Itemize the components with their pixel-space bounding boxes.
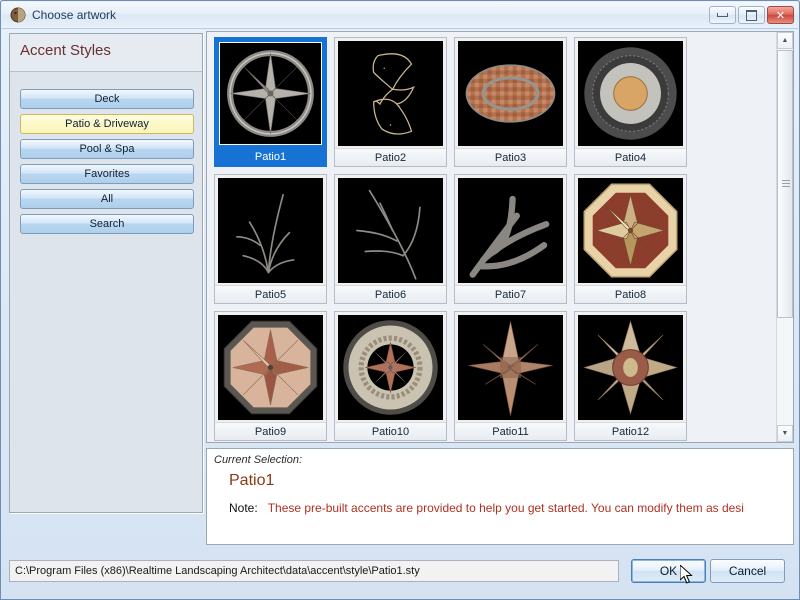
- thin-branch-curve-icon: [338, 178, 443, 283]
- outline-ribbon-icon: [338, 41, 443, 146]
- compass-star-ring-icon: [219, 42, 322, 145]
- minimize-icon: [710, 7, 735, 23]
- scrollbar-thumb[interactable]: [777, 50, 793, 318]
- octagon-six-star-icon: [578, 178, 683, 283]
- artwork-grid-panel: Patio1 Patio2 Patio3 Patio4 Patio5 Patio…: [206, 31, 794, 443]
- scroll-down-button[interactable]: ▼: [777, 425, 793, 442]
- artwork-grid: Patio1 Patio2 Patio3 Patio4 Patio5 Patio…: [207, 32, 776, 442]
- thumbnail-label: Patio3: [455, 148, 566, 166]
- concentric-circles-icon: [578, 41, 683, 146]
- artwork-thumbnail-patio7[interactable]: Patio7: [454, 174, 567, 304]
- sidebar-item-patio-driveway[interactable]: Patio & Driveway: [20, 114, 194, 134]
- selection-note: Note: These pre-built accents are provide…: [229, 501, 793, 515]
- brick-oval-icon: [458, 41, 563, 146]
- gravel-compass-medallion-icon: [338, 315, 443, 420]
- thumbnail-label: Patio5: [215, 285, 326, 303]
- maximize-icon: [739, 7, 764, 23]
- artwork-thumbnail-patio12[interactable]: Patio12: [574, 311, 687, 441]
- thumbnail-label: Patio8: [575, 285, 686, 303]
- artwork-thumbnail-patio4[interactable]: Patio4: [574, 37, 687, 167]
- minimize-button[interactable]: [709, 6, 736, 24]
- current-selection-panel: Current Selection: Patio1 Note: These pre…: [206, 448, 794, 545]
- title-bar[interactable]: Choose artwork ✕: [2, 2, 798, 29]
- sidebar-item-deck[interactable]: Deck: [20, 89, 194, 109]
- close-button[interactable]: ✕: [767, 6, 794, 24]
- eight-point-sunburst-icon: [578, 315, 683, 420]
- sidebar-item-all[interactable]: All: [20, 189, 194, 209]
- close-icon: ✕: [775, 8, 786, 22]
- scrollbar-grip-icon: [782, 180, 790, 188]
- ok-button[interactable]: OK: [631, 559, 706, 583]
- thumbnail-label: Patio7: [455, 285, 566, 303]
- thin-branch-spray-icon: [218, 178, 323, 283]
- sidebar-item-search[interactable]: Search: [20, 214, 194, 234]
- four-point-star-icon: [458, 315, 563, 420]
- thumbnail-label: Patio11: [455, 422, 566, 440]
- window-title: Choose artwork: [32, 8, 117, 22]
- sidebar-header: Accent Styles: [10, 34, 202, 72]
- artwork-thumbnail-patio11[interactable]: Patio11: [454, 311, 567, 441]
- chevron-down-icon: ▼: [781, 430, 789, 437]
- cancel-button[interactable]: Cancel: [710, 559, 785, 583]
- scroll-up-button[interactable]: ▲: [777, 32, 793, 49]
- sidebar-item-pool-spa[interactable]: Pool & Spa: [20, 139, 194, 159]
- current-selection-value: Patio1: [229, 472, 275, 489]
- thumbnail-label: Patio10: [335, 422, 446, 440]
- thick-branch-fan-icon: [458, 178, 563, 283]
- artwork-thumbnail-patio3[interactable]: Patio3: [454, 37, 567, 167]
- artwork-thumbnail-patio1[interactable]: Patio1: [214, 37, 327, 167]
- sidebar-item-favorites[interactable]: Favorites: [20, 164, 194, 184]
- thumbnail-label: Patio12: [575, 422, 686, 440]
- grid-vertical-scrollbar[interactable]: ▲ ▼: [776, 32, 793, 442]
- current-selection-label: Current Selection:: [214, 454, 303, 466]
- artwork-thumbnail-patio8[interactable]: Patio8: [574, 174, 687, 304]
- sidebar-title: Accent Styles: [20, 42, 111, 59]
- note-body: These pre-built accents are provided to …: [267, 501, 744, 515]
- choose-artwork-dialog: Choose artwork ✕ Accent Styles Deck Pati…: [0, 0, 800, 600]
- thumbnail-label: Patio9: [215, 422, 326, 440]
- thumbnail-label: Patio2: [335, 148, 446, 166]
- thumbnail-label: Patio1: [254, 151, 287, 163]
- artwork-thumbnail-patio2[interactable]: Patio2: [334, 37, 447, 167]
- maximize-button[interactable]: [738, 6, 765, 24]
- note-prefix: Note:: [229, 501, 258, 515]
- artwork-thumbnail-patio5[interactable]: Patio5: [214, 174, 327, 304]
- chevron-up-icon: ▲: [781, 37, 789, 44]
- file-path-field[interactable]: C:\Program Files (x86)\Realtime Landscap…: [9, 560, 619, 582]
- artwork-thumbnail-patio9[interactable]: Patio9: [214, 311, 327, 441]
- category-sidebar: Accent Styles Deck Patio & Driveway Pool…: [9, 33, 203, 513]
- thumbnail-label: Patio6: [335, 285, 446, 303]
- artwork-thumbnail-patio6[interactable]: Patio6: [334, 174, 447, 304]
- octagon-eight-star-icon: [218, 315, 323, 420]
- app-palette-icon: [10, 7, 26, 23]
- artwork-thumbnail-patio10[interactable]: Patio10: [334, 311, 447, 441]
- thumbnail-label: Patio4: [575, 148, 686, 166]
